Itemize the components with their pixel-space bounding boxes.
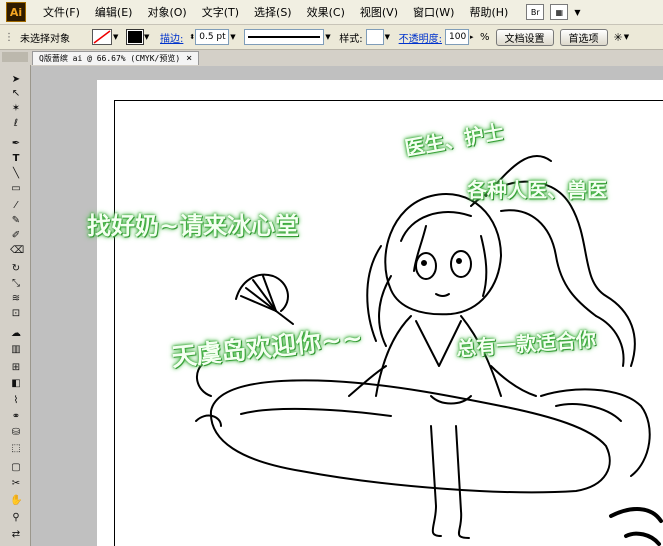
close-icon[interactable]: × xyxy=(186,53,192,64)
magic-wand-tool-icon[interactable]: ✶ xyxy=(10,103,22,115)
document-tab-title: Q版蔷缤 ai @ 66.67% (CMYK/预览) xyxy=(39,54,181,63)
bridge-icon[interactable]: Br xyxy=(526,4,545,20)
eyedropper-tool-icon[interactable]: ⌇ xyxy=(10,395,22,407)
chevron-down-icon[interactable]: ▼ xyxy=(113,33,121,41)
opacity-input[interactable]: 100 xyxy=(445,29,469,45)
menu-select[interactable]: 选择(S) xyxy=(254,4,292,20)
pencil-tool-icon[interactable]: ✎ xyxy=(10,215,22,227)
chevron-down-icon[interactable]: ▼ xyxy=(574,8,580,17)
selection-status: 未选择对象 xyxy=(20,33,70,45)
overlay-text-find-nurse: 找好奶~请来冰心堂 xyxy=(87,212,300,240)
menu-bar: Ai 文件(F) 编辑(E) 对象(O) 文字(T) 选择(S) 效果(C) 视… xyxy=(0,0,663,25)
direct-selection-tool-icon[interactable]: ↖ xyxy=(10,88,22,100)
stroke-weight-field[interactable]: ⬍ 0.5 pt ▼ xyxy=(189,29,238,45)
gradient-tool-icon[interactable]: ◧ xyxy=(10,378,22,390)
column-graph-tool-icon[interactable]: ▥ xyxy=(10,344,22,356)
style-label: 样式: xyxy=(339,33,363,45)
panel-grip[interactable] xyxy=(2,52,28,62)
menu-window[interactable]: 窗口(W) xyxy=(413,4,454,20)
type-tool-icon[interactable]: T xyxy=(10,153,22,165)
scale-tool-icon[interactable]: ⤡ xyxy=(10,278,22,290)
stroke-swatch[interactable] xyxy=(126,29,144,45)
chevron-down-icon[interactable]: ▼ xyxy=(624,33,632,41)
chevron-right-icon[interactable]: ▸ xyxy=(470,33,478,41)
style-select[interactable]: ▼ xyxy=(365,29,393,45)
slice-tool-icon[interactable]: ✂ xyxy=(10,478,22,490)
zoom-tool-icon[interactable]: ⚲ xyxy=(10,512,22,524)
stroke-swatch-group[interactable]: ▼ xyxy=(126,29,152,45)
stroke-profile-select[interactable]: ▼ xyxy=(244,29,333,45)
grip-icon: ⋮ xyxy=(4,31,14,43)
menu-edit[interactable]: 编辑(E) xyxy=(95,4,133,20)
hand-tool-icon[interactable]: ✋ xyxy=(10,495,22,507)
menu-view[interactable]: 视图(V) xyxy=(360,4,398,20)
style-swatch[interactable] xyxy=(365,29,384,45)
workspace-controls: Br ▦ ▼ xyxy=(526,4,580,20)
blob-brush-tool-icon[interactable]: ✐ xyxy=(10,230,22,242)
paintbrush-tool-icon[interactable]: ⁄ xyxy=(10,200,22,212)
warp-tool-icon[interactable]: ≋ xyxy=(10,293,22,305)
rectangle-tool-icon[interactable]: ▭ xyxy=(10,183,22,195)
live-paint-bucket-tool-icon[interactable]: ⛁ xyxy=(10,427,22,439)
free-transform-tool-icon[interactable]: ⊡ xyxy=(10,308,22,320)
magic-wand-icon[interactable]: ✳ xyxy=(614,31,623,44)
chevron-down-icon[interactable]: ▼ xyxy=(144,33,152,41)
chibi-character-illustration xyxy=(195,155,663,546)
app-logo: Ai xyxy=(6,2,26,22)
blend-tool-icon[interactable]: ⚭ xyxy=(10,411,22,423)
menu-type[interactable]: 文字(T) xyxy=(202,4,239,20)
chevron-down-icon[interactable]: ▼ xyxy=(385,33,393,41)
chevron-down-icon[interactable]: ▼ xyxy=(325,33,333,41)
canvas[interactable]: 医生、护士 各种人医、兽医 找好奶~请来冰心堂 天虞岛欢迎你~~ 总有一款适合你 xyxy=(31,66,663,546)
stroke-weight-input[interactable]: 0.5 pt xyxy=(195,29,230,45)
menu-file[interactable]: 文件(F) xyxy=(43,4,80,20)
opacity-field[interactable]: 100 ▸ % xyxy=(445,29,490,45)
opacity-link[interactable]: 不透明度: xyxy=(399,30,442,45)
tools-panel: ➤ ↖ ✶ ℓ ✒ T ╲ ▭ ⁄ ✎ ✐ ⌫ ↻ ⤡ ≋ ⊡ ☁ ▥ ⊞ ◧ … xyxy=(0,50,31,546)
rotate-tool-icon[interactable]: ↻ xyxy=(10,263,22,275)
document-tab-bar: Q版蔷缤 ai @ 66.67% (CMYK/预览) × xyxy=(30,50,663,65)
control-bar: ⋮ 未选择对象 ▼ ▼ 描边: ⬍ 0.5 pt ▼ ▼ 样式: ▼ 不透明度:… xyxy=(0,25,663,50)
overlay-text-doctors-vets: 各种人医、兽医 xyxy=(467,178,607,202)
lasso-tool-icon[interactable]: ℓ xyxy=(10,118,22,130)
menu-effect[interactable]: 效果(C) xyxy=(307,4,345,20)
document-tab[interactable]: Q版蔷缤 ai @ 66.67% (CMYK/预览) × xyxy=(32,51,200,65)
document-setup-button[interactable]: 文档设置 xyxy=(495,28,554,46)
selection-tool-icon[interactable]: ➤ xyxy=(10,74,22,86)
pen-tool-icon[interactable]: ✒ xyxy=(10,138,22,150)
preferences-button[interactable]: 首选项 xyxy=(559,28,608,46)
fill-swatch-group[interactable]: ▼ xyxy=(92,29,121,45)
opacity-unit: % xyxy=(480,31,490,43)
stroke-link[interactable]: 描边: xyxy=(160,30,183,45)
arrange-documents-icon[interactable]: ▦ xyxy=(550,4,569,20)
stroke-profile-preview[interactable] xyxy=(244,29,325,45)
menu-help[interactable]: 帮助(H) xyxy=(469,4,508,20)
fill-stroke-swap-icon[interactable]: ⇄ xyxy=(10,529,22,541)
chevron-down-icon[interactable]: ▼ xyxy=(230,33,238,41)
fill-swatch[interactable] xyxy=(92,29,112,45)
line-tool-icon[interactable]: ╲ xyxy=(10,168,22,180)
symbol-sprayer-tool-icon[interactable]: ☁ xyxy=(10,328,22,340)
artboard-tool-icon[interactable]: ▢ xyxy=(10,462,22,474)
live-paint-selection-tool-icon[interactable]: ⬚ xyxy=(10,443,22,455)
mesh-tool-icon[interactable]: ⊞ xyxy=(10,362,22,374)
eraser-tool-icon[interactable]: ⌫ xyxy=(10,245,24,257)
menu-object[interactable]: 对象(O) xyxy=(147,4,186,20)
